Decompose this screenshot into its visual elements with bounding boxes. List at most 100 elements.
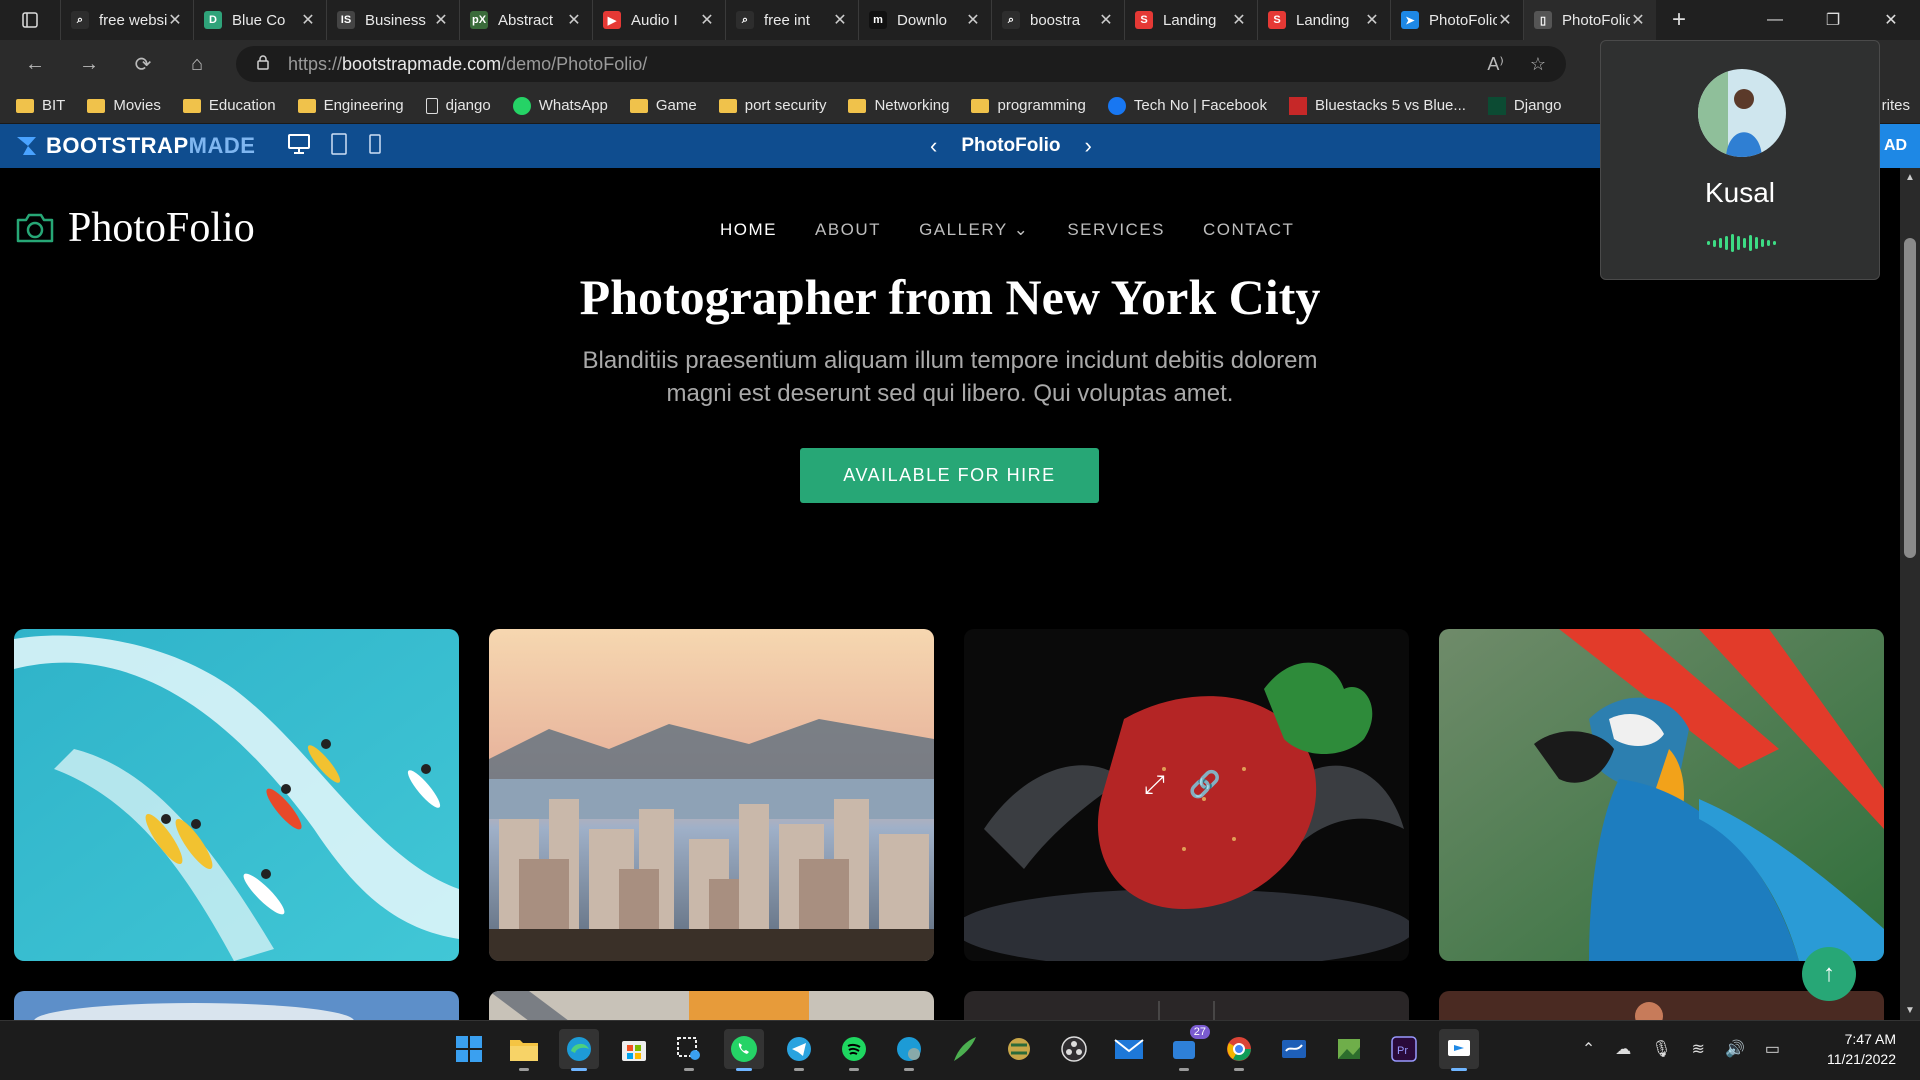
gallery-item-city[interactable] [489, 629, 934, 961]
spotify-icon[interactable] [834, 1029, 874, 1071]
whatsapp-icon[interactable] [724, 1029, 764, 1071]
edge-icon[interactable] [559, 1029, 599, 1071]
start-icon[interactable] [449, 1029, 489, 1069]
edge-profile-icon[interactable] [889, 1029, 929, 1071]
browser-tab[interactable]: ▶ Audio I ✕ [592, 0, 725, 40]
desktop-view-icon[interactable] [287, 133, 311, 160]
link-icon[interactable]: 🔗 [1189, 769, 1221, 801]
page-scrollbar[interactable]: ▲ ▼ [1900, 168, 1920, 1020]
microphone-icon[interactable]: 🎙 [1651, 1039, 1671, 1059]
remote-desktop-icon[interactable] [1439, 1029, 1479, 1071]
favorite-star-icon[interactable]: ☆ [1530, 54, 1546, 75]
feather-app-icon[interactable] [944, 1029, 984, 1069]
refresh-button[interactable]: ⟳ [116, 40, 170, 88]
bookmark-item[interactable]: Tech No | Facebook [1107, 96, 1267, 115]
close-tab-icon[interactable]: ✕ [433, 10, 449, 30]
bookmark-item[interactable]: Networking [848, 97, 949, 114]
mail-icon[interactable] [1109, 1029, 1149, 1069]
browser-tab[interactable]: IS Business ✕ [326, 0, 459, 40]
close-tab-icon[interactable]: ✕ [566, 10, 582, 30]
tab-actions-icon[interactable] [0, 0, 60, 40]
tablet-view-icon[interactable] [329, 132, 349, 160]
close-tab-icon[interactable]: ✕ [699, 10, 715, 30]
bookmark-item[interactable]: BIT [16, 97, 65, 114]
browser-tab[interactable]: S Landing ✕ [1257, 0, 1390, 40]
lock-icon[interactable] [256, 54, 270, 75]
restore-button[interactable]: ❐ [1804, 0, 1862, 40]
bookmark-item[interactable]: Education [182, 97, 276, 114]
gallery-item-parrot[interactable] [1439, 629, 1884, 961]
menu-item-contact[interactable]: CONTACT [1203, 220, 1294, 240]
other-favorites[interactable]: rites [1882, 97, 1910, 114]
close-tab-icon[interactable]: ✕ [832, 10, 848, 30]
read-aloud-icon[interactable]: A⁾ [1487, 54, 1503, 75]
battery-icon[interactable]: ▭ [1765, 1039, 1780, 1059]
forward-button[interactable]: → [62, 40, 116, 88]
back-button[interactable]: ← [8, 40, 62, 88]
bookmark-item[interactable]: programming [971, 97, 1086, 114]
scroll-to-top-button[interactable]: ↑ [1802, 947, 1856, 1001]
close-tab-icon[interactable]: ✕ [965, 10, 981, 30]
browser-tab[interactable]: ⌕ free int ✕ [725, 0, 858, 40]
menu-item-services[interactable]: SERVICES [1067, 220, 1165, 240]
close-tab-icon[interactable]: ✕ [1630, 10, 1646, 30]
close-tab-icon[interactable]: ✕ [1364, 10, 1380, 30]
bookmark-item[interactable]: Game [629, 97, 697, 114]
browser-tab[interactable]: ⌕ boostra ✕ [991, 0, 1124, 40]
telegram-icon[interactable] [779, 1029, 819, 1071]
scroll-down-icon[interactable]: ▼ [1900, 1005, 1920, 1016]
whiteboard-icon[interactable] [1274, 1029, 1314, 1069]
call-popup[interactable]: Kusal [1600, 40, 1880, 280]
gallery-item-6[interactable] [489, 991, 934, 1020]
photos-icon[interactable] [1329, 1029, 1369, 1069]
bookmark-item[interactable]: Movies [87, 97, 161, 114]
browser-tab[interactable]: ▯ PhotoFolio ✕ [1523, 0, 1656, 40]
browser-tab[interactable]: D Blue Co ✕ [193, 0, 326, 40]
browser-tab[interactable]: ⌕ free website templates✕ [60, 0, 193, 40]
close-tab-icon[interactable]: ✕ [167, 10, 183, 30]
browser-tab[interactable]: m Downlo ✕ [858, 0, 991, 40]
next-demo-icon[interactable]: › [1085, 133, 1092, 159]
expand-icon[interactable]: ⤢ [1144, 769, 1165, 801]
gallery-item-strawberry[interactable]: ⤢ 🔗 [964, 629, 1409, 961]
onedrive-cloud-icon[interactable]: ☁ [1615, 1039, 1631, 1059]
mobile-view-icon[interactable] [367, 133, 383, 160]
volume-icon[interactable]: 🔊 [1725, 1039, 1745, 1059]
bookmark-item[interactable]: Engineering [297, 97, 404, 114]
menu-item-home[interactable]: HOME [720, 220, 777, 240]
close-tab-icon[interactable]: ✕ [1231, 10, 1247, 30]
clock[interactable]: 7:47 AM 11/21/2022 [1827, 1029, 1896, 1069]
gallery-item-surfers[interactable] [14, 629, 459, 961]
browser-tab[interactable]: pX Abstract ✕ [459, 0, 592, 40]
minimize-button[interactable]: — [1746, 0, 1804, 40]
microsoft-store-icon[interactable] [614, 1029, 654, 1069]
menu-item-gallery[interactable]: GALLERY ⌄ [919, 220, 1029, 240]
wifi-icon[interactable]: ≋ [1692, 1039, 1705, 1059]
snipping-tool-icon[interactable] [669, 1029, 709, 1071]
bookmark-item[interactable]: Bluestacks 5 vs Blue... [1289, 96, 1466, 115]
bookmark-item[interactable]: WhatsApp [512, 96, 608, 115]
close-tab-icon[interactable]: ✕ [1497, 10, 1513, 30]
scroll-thumb[interactable] [1904, 238, 1916, 558]
tray-overflow-chevron-icon[interactable]: ⌃ [1582, 1039, 1595, 1059]
teams-icon[interactable]: 27 [1164, 1025, 1210, 1071]
file-explorer-icon[interactable] [504, 1029, 544, 1071]
close-window-button[interactable]: ✕ [1862, 0, 1920, 40]
scroll-up-icon[interactable]: ▲ [1900, 172, 1920, 183]
bookmark-item[interactable]: port security [718, 97, 826, 114]
download-button[interactable]: AD [1880, 124, 1920, 168]
address-bar[interactable]: https://bootstrapmade.com/demo/PhotoFoli… [236, 46, 1566, 82]
obs-icon[interactable] [1054, 1029, 1094, 1069]
globe-app-icon[interactable] [999, 1029, 1039, 1069]
bookmark-item[interactable]: Django [1487, 96, 1561, 115]
chrome-icon[interactable] [1219, 1029, 1259, 1071]
gallery-item-5[interactable] [14, 991, 459, 1020]
available-for-hire-button[interactable]: AVAILABLE FOR HIRE [800, 448, 1099, 503]
home-button[interactable]: ⌂ [170, 40, 224, 88]
bootstrapmade-logo[interactable]: BOOTSTRAP MADE [14, 133, 255, 159]
browser-tab[interactable]: ➤ PhotoFolio ✕ [1390, 0, 1523, 40]
menu-item-about[interactable]: ABOUT [815, 220, 881, 240]
close-tab-icon[interactable]: ✕ [1098, 10, 1114, 30]
gallery-item-7[interactable] [964, 991, 1409, 1020]
bookmark-item[interactable]: django [425, 97, 491, 114]
